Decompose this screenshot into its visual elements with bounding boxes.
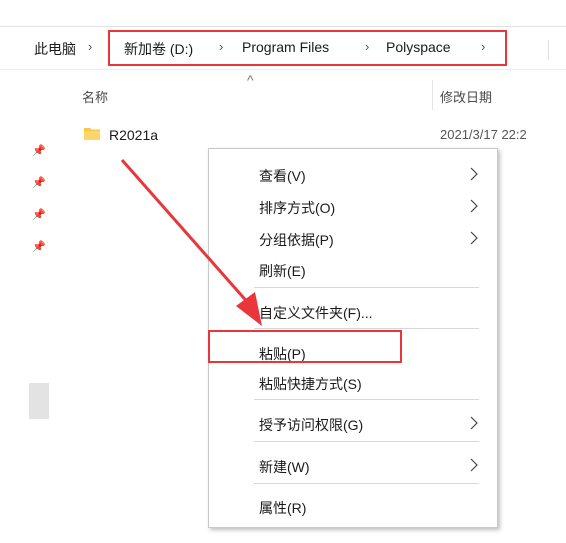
- annotation-arrow-icon: [120, 159, 262, 326]
